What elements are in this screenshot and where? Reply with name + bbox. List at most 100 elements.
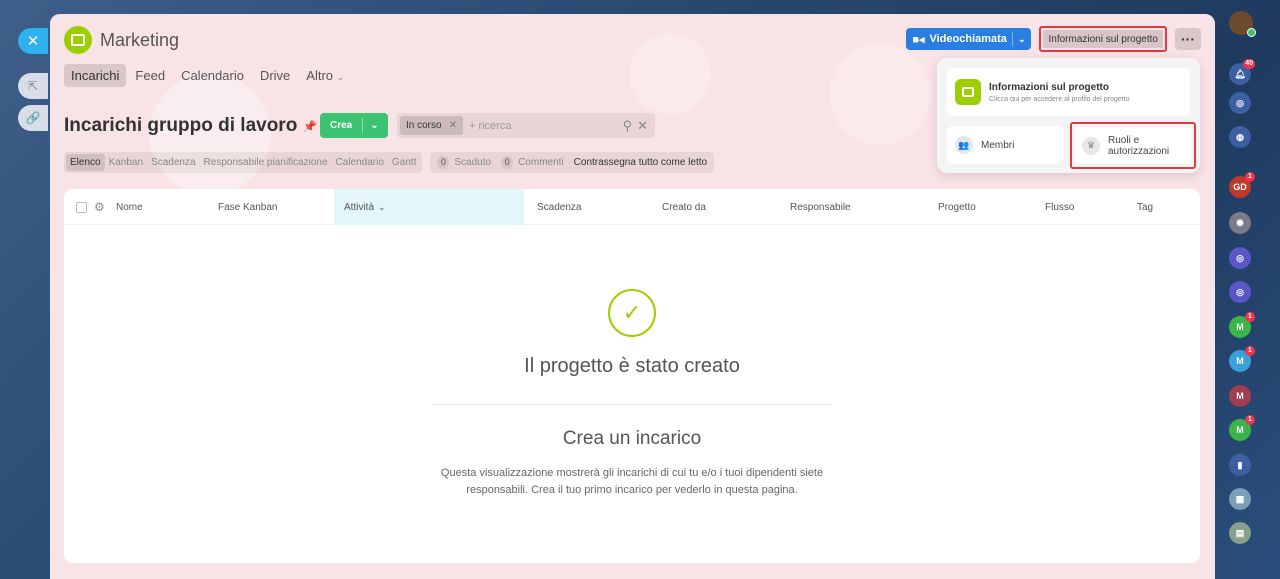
project-nav: Incarichi Feed Calendario Drive Altro ⌄ [64,64,351,87]
overdue-label: Scaduto [454,157,492,168]
popup-members-card[interactable]: 👥 Membri [947,126,1064,164]
checkbox-icon [76,201,87,213]
column-attivita-label: Attività [344,201,375,213]
column-tag[interactable]: Tag [1137,189,1153,225]
grid-header: ⚙ Nome Fase Kanban Attività ⌄ Scadenza C… [64,189,1200,225]
open-in-new-window-button[interactable]: ⇱ [18,73,48,99]
contact-avatar-m2[interactable]: M 1 [1229,346,1255,372]
contact-avatar-m3[interactable]: M [1229,385,1251,407]
project-logo-icon [71,34,85,46]
project-logo-mark [962,87,974,97]
column-flusso[interactable]: Flusso [1045,189,1074,225]
column-attivita[interactable]: Attività ⌄ [334,189,524,225]
column-progetto[interactable]: Progetto [938,189,976,225]
filter-chip[interactable]: In corso ✕ [400,116,463,135]
nav-item-drive[interactable]: Drive [253,64,297,87]
project-title: Marketing [100,29,180,50]
chat-group-icon: ▦ [1235,493,1245,504]
header-actions: ■◂ Videochiamata ⌄ Informazioni sul prog… [906,26,1201,52]
tab-gantt[interactable]: Gantt [388,154,420,171]
avatar-initials: M [1236,425,1244,435]
crown-icon: ♛ [1082,136,1100,155]
create-label: Crea [330,120,353,131]
task-grid: ⚙ Nome Fase Kanban Attività ⌄ Scadenza C… [64,189,1200,563]
nav-item-feed[interactable]: Feed [128,64,172,87]
column-scadenza[interactable]: Scadenza [537,189,581,225]
avatar-badge: 1 [1245,346,1255,356]
video-call-label: Videochiamata [929,33,1007,45]
more-button[interactable]: ··· [1175,28,1201,50]
members-icon: 👥 [955,136,973,154]
copy-link-button[interactable]: 🔗 [18,105,48,131]
remove-chip-icon[interactable]: ✕ [449,120,457,131]
overdue-counter[interactable]: 0 Scaduto [432,156,496,169]
counters-group: 0 Scaduto 0 Commenti Contrassegna tutto … [430,152,715,173]
bookmark-button[interactable]: ▮ [1229,454,1251,476]
contact-avatar-gd[interactable]: GD 1 [1229,172,1255,198]
empty-create-title: Crea un incarico [562,428,702,449]
project-panel: Marketing Incarichi Feed Calendario Driv… [50,14,1215,579]
button-separator [1011,32,1013,46]
nav-item-incarichi[interactable]: Incarichi [64,64,127,87]
nav-item-calendario[interactable]: Calendario [174,64,251,87]
search-icons: ⚲ ✕ [623,118,652,134]
notes-button[interactable]: ▤ [1229,522,1251,544]
chat-button[interactable]: ◍ [1229,126,1251,148]
project-logo-icon [955,79,981,105]
tab-calendario[interactable]: Calendario [332,154,388,171]
spiral-icon: ◎ [1236,252,1244,263]
channel-avatar[interactable]: ◎ [1229,281,1251,303]
link-icon: 🔗 [25,111,41,125]
notifications-badge: 40 [1243,59,1255,69]
empty-description: Questa visualizzazione mostrerà gli inca… [440,467,824,496]
channel-avatar[interactable]: ◎ [1229,247,1251,269]
popup-info-title: Informazioni sul progetto [989,81,1109,93]
view-tabs: Elenco Kanban Scadenza Responsabile pian… [64,152,715,173]
tab-scadenza[interactable]: Scadenza [147,154,199,171]
clear-icon[interactable]: ✕ [637,118,648,134]
group-avatar[interactable]: ✺ [1229,212,1251,234]
pin-icon[interactable]: 📌 [303,120,317,133]
comments-counter[interactable]: 0 Commenti [496,156,569,169]
select-all-checkbox[interactable] [76,189,87,225]
chevron-down-icon[interactable]: ⌄ [363,120,385,131]
project-info-button[interactable]: Informazioni sul progetto [1043,30,1163,48]
tab-kanban[interactable]: Kanban [105,154,147,171]
mark-all-read-button[interactable]: Contrassegna tutto come letto [569,157,712,168]
project-info-button-highlight: Informazioni sul progetto [1039,26,1167,52]
popup-roles-label: Ruoli e autorizzazioni [1108,134,1170,157]
spiral-icon: ◎ [1236,286,1244,297]
chat-group-button[interactable]: ▦ [1229,488,1251,510]
contact-avatar-m4[interactable]: M 1 [1229,415,1255,441]
notifications-button[interactable]: 🔔︎ 40 [1229,59,1255,85]
roles-highlight: ♛ Ruoli e autorizzazioni [1070,122,1196,169]
project-logo[interactable] [64,26,92,54]
comments-count: 0 [501,156,514,169]
nav-item-altro-label: Altro [306,68,334,83]
tab-responsabile-pianificazione[interactable]: Responsabile pianificazione [200,154,332,171]
popup-info-text: Informazioni sul progetto Clicca qui per… [989,82,1129,103]
column-creato-da[interactable]: Creato da [662,189,706,225]
user-avatar[interactable] [1229,11,1256,37]
search-icon[interactable]: ⚲ [623,118,633,134]
column-nome[interactable]: Nome [116,189,143,225]
tab-elenco[interactable]: Elenco [66,154,105,171]
contact-avatar-m1[interactable]: M 1 [1229,312,1255,338]
search-filter-bar[interactable]: In corso ✕ + ricerca ⚲ ✕ [397,113,655,138]
column-fase-kanban[interactable]: Fase Kanban [218,189,278,225]
search-input[interactable]: + ricerca [469,120,623,132]
bookmark-icon: ▮ [1237,459,1243,470]
video-call-button[interactable]: ■◂ Videochiamata ⌄ [906,28,1032,50]
messenger-button[interactable]: ◎ [1229,92,1251,114]
popup-roles-card[interactable]: ♛ Ruoli e autorizzazioni [1075,127,1191,164]
grid-settings[interactable]: ⚙ [94,189,105,225]
nav-item-altro[interactable]: Altro ⌄ [299,64,351,87]
close-slider-button[interactable]: ✕ [18,28,48,54]
notes-icon: ▤ [1235,527,1245,538]
column-responsabile[interactable]: Responsabile [790,189,851,225]
popup-project-info-card[interactable]: Informazioni sul progetto Clicca qui per… [947,68,1190,116]
create-task-button[interactable]: Crea ⌄ [320,113,388,138]
external-link-icon: ⇱ [27,79,39,93]
empty-created-title: Il progetto è stato creato [524,355,740,377]
gear-icon: ⚙ [94,200,105,214]
